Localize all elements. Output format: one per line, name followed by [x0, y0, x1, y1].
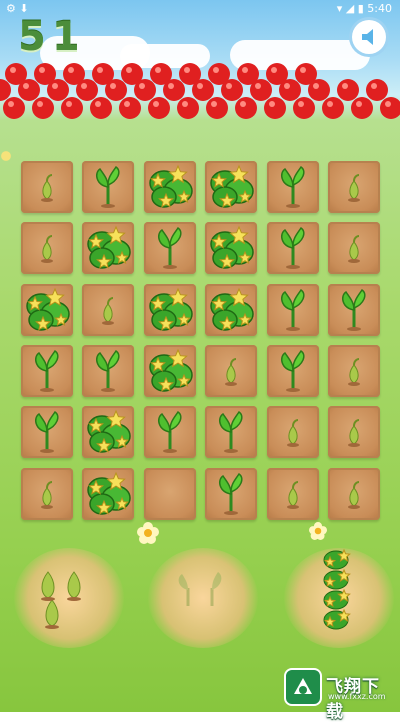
flower-decoration [137, 522, 159, 544]
watermark-subtitle: www.fxxz.com [328, 692, 386, 701]
flower-decoration [309, 522, 327, 540]
grid-tile[interactable] [267, 222, 319, 274]
grid-tile[interactable] [144, 345, 196, 397]
flower-decoration [1, 151, 11, 161]
grid-tile[interactable] [267, 345, 319, 397]
grid-tile[interactable] [267, 161, 319, 213]
grid-tile[interactable] [82, 345, 134, 397]
watermark-badge: 飞翔下载 www.fxxz.com [284, 668, 394, 722]
grid-tile[interactable] [328, 222, 380, 274]
grid-tile[interactable] [267, 468, 319, 520]
grid-tile[interactable] [144, 222, 196, 274]
grid-tile[interactable] [328, 468, 380, 520]
grid-tile[interactable] [82, 284, 134, 336]
grid-tile[interactable] [328, 161, 380, 213]
grid-tile[interactable] [21, 161, 73, 213]
grid-tile[interactable] [82, 468, 134, 520]
grid-tile[interactable] [144, 161, 196, 213]
grid-tile[interactable] [205, 345, 257, 397]
grid-tile[interactable] [144, 406, 196, 458]
watermark-logo-icon [284, 668, 322, 706]
grid-tile[interactable] [21, 284, 73, 336]
grid-tile[interactable] [328, 284, 380, 336]
grid-tile[interactable] [328, 345, 380, 397]
grid-tile[interactable] [205, 468, 257, 520]
grid-tile[interactable] [205, 161, 257, 213]
grid-tile[interactable] [21, 222, 73, 274]
grid-tile[interactable] [21, 345, 73, 397]
grid-tile[interactable] [267, 284, 319, 336]
grid-tile[interactable] [328, 406, 380, 458]
grid-tile[interactable] [21, 468, 73, 520]
grid-tile[interactable] [205, 222, 257, 274]
grid-tile[interactable] [82, 406, 134, 458]
grid-tile[interactable] [21, 406, 73, 458]
grid-tile[interactable] [267, 406, 319, 458]
grid-tile[interactable] [144, 284, 196, 336]
grid-tile[interactable] [82, 222, 134, 274]
faded-plant-icon [168, 566, 238, 620]
grid-tile[interactable] [82, 161, 134, 213]
flower-stack-icon[interactable] [318, 546, 358, 640]
grid-tile[interactable] [205, 406, 257, 458]
grid-tile[interactable] [205, 284, 257, 336]
grid-tile[interactable] [144, 468, 196, 520]
sprout-cluster-icon[interactable] [30, 560, 100, 644]
